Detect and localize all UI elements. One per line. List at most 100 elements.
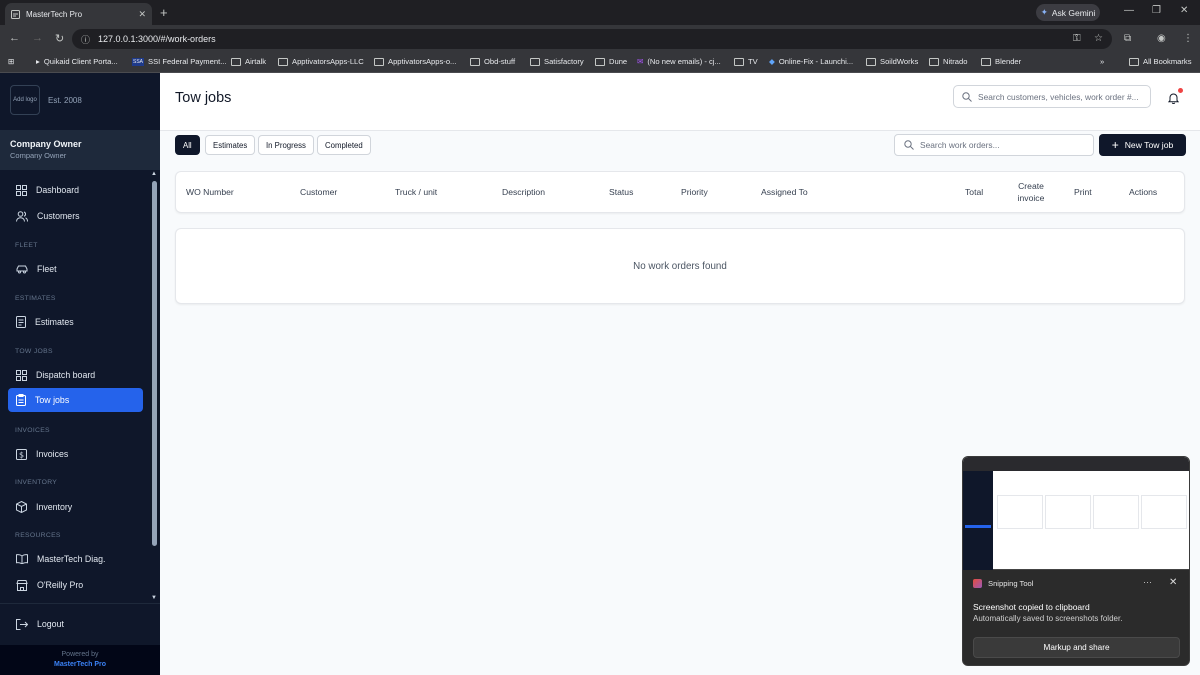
bookmark-star-icon[interactable]: ☆ bbox=[1094, 33, 1103, 44]
sidebar-item-oreilly-pro[interactable]: O'Reilly Pro bbox=[8, 573, 143, 597]
ask-gemini-button[interactable]: ✦ Ask Gemini bbox=[1036, 4, 1100, 21]
online-fix-icon: ◆ bbox=[769, 57, 775, 66]
filter-all[interactable]: All bbox=[175, 135, 200, 155]
column-print[interactable]: Print bbox=[1074, 172, 1092, 212]
screenshot-thumbnail[interactable] bbox=[963, 457, 1189, 570]
bookmarks-overflow-icon[interactable]: » bbox=[1100, 57, 1104, 66]
filter-in-progress[interactable]: In Progress bbox=[258, 135, 314, 155]
apps-grid-icon[interactable]: ⊞ bbox=[8, 57, 14, 66]
bookmark-item[interactable]: ✉ (No new emails) - cj... bbox=[637, 57, 721, 66]
bookmark-item[interactable]: Dune bbox=[595, 57, 627, 66]
sidebar-item-dashboard[interactable]: Dashboard bbox=[8, 178, 143, 202]
folder-icon bbox=[929, 57, 939, 66]
sidebar-item-label: O'Reilly Pro bbox=[37, 580, 84, 590]
document-icon bbox=[16, 316, 26, 328]
logout-label: Logout bbox=[37, 619, 64, 629]
sidebar-item-inventory[interactable]: Inventory bbox=[8, 495, 143, 519]
search-icon bbox=[962, 91, 972, 102]
global-search-input[interactable]: Search customers, vehicles, work order #… bbox=[953, 85, 1151, 108]
snipping-tool-notification[interactable]: Snipping Tool ··· ✕ Screenshot copied to… bbox=[962, 456, 1190, 666]
notification-bell-icon[interactable] bbox=[1167, 91, 1180, 109]
back-icon[interactable]: ← bbox=[9, 32, 20, 44]
all-bookmarks-label: All Bookmarks bbox=[1143, 57, 1192, 66]
bookmark-item[interactable]: Obd-stuff bbox=[470, 57, 515, 66]
column-status[interactable]: Status bbox=[609, 172, 633, 212]
window-close-icon[interactable]: ✕ bbox=[1180, 5, 1188, 16]
forward-icon[interactable]: → bbox=[32, 32, 43, 44]
tab-close-icon[interactable]: ✕ bbox=[138, 9, 146, 20]
user-card[interactable]: Company Owner Company Owner bbox=[0, 130, 160, 170]
bookmark-item[interactable]: SSA SSI Federal Payment... bbox=[132, 57, 227, 66]
bookmark-item[interactable]: ApptivatorsApps-LLC bbox=[278, 57, 364, 66]
bookmark-label: Nitrado bbox=[943, 57, 968, 66]
work-orders-search-input[interactable]: Search work orders... bbox=[894, 134, 1094, 156]
bookmark-item[interactable]: Nitrado bbox=[929, 57, 967, 66]
sidebar-item-mastertech-diag[interactable]: MasterTech Diag. bbox=[8, 547, 143, 571]
bookmark-label: Obd-stuff bbox=[484, 57, 516, 66]
scroll-down-icon[interactable]: ▼ bbox=[151, 595, 157, 601]
grid-icon bbox=[16, 369, 27, 381]
bookmark-label: Online-Fix - Launchi... bbox=[778, 57, 854, 66]
bookmark-item[interactable]: ◆ Online-Fix - Launchi... bbox=[769, 57, 853, 66]
toast-more-icon[interactable]: ··· bbox=[1143, 577, 1152, 587]
logo-placeholder[interactable]: Add logo bbox=[10, 85, 40, 115]
browser-menu-icon[interactable]: ⋮ bbox=[1183, 33, 1193, 44]
new-tab-button[interactable]: + bbox=[160, 5, 168, 20]
sidebar-item-invoices[interactable]: $ Invoices bbox=[8, 442, 143, 466]
column-description[interactable]: Description bbox=[502, 172, 545, 212]
sidebar-scroll-thumb[interactable] bbox=[152, 181, 157, 546]
bookmark-item[interactable]: SoildWorks bbox=[866, 57, 918, 66]
established-text: Est. 2008 bbox=[48, 96, 82, 105]
new-tow-job-button[interactable]: + New Tow job bbox=[1099, 134, 1186, 156]
toast-app-name: Snipping Tool bbox=[988, 579, 1034, 588]
sidebar-item-dispatch-board[interactable]: Dispatch board bbox=[8, 363, 143, 387]
logout-button[interactable]: Logout bbox=[8, 612, 143, 636]
sidebar-item-customers[interactable]: Customers bbox=[8, 204, 143, 228]
address-input[interactable]: ⓘ 127.0.0.1:3000/#/work-orders bbox=[72, 29, 1112, 49]
column-priority[interactable]: Priority bbox=[681, 172, 708, 212]
folder-icon bbox=[470, 57, 480, 66]
column-wo-number[interactable]: WO Number bbox=[186, 172, 234, 212]
password-key-icon[interactable]: ⚿ bbox=[1073, 33, 1081, 44]
sidebar-item-tow-jobs[interactable]: Tow jobs bbox=[8, 388, 143, 412]
side-panel-icon[interactable]: ⧉ bbox=[1124, 33, 1131, 44]
column-total[interactable]: Total bbox=[965, 172, 983, 212]
mail-icon: ✉ bbox=[637, 57, 644, 66]
sidebar-divider bbox=[0, 603, 160, 604]
bookmark-label: ApptivatorsApps-o... bbox=[388, 57, 457, 66]
column-assigned-to[interactable]: Assigned To bbox=[761, 172, 808, 212]
all-bookmarks[interactable]: All Bookmarks bbox=[1129, 57, 1192, 66]
reload-icon[interactable]: ↻ bbox=[55, 32, 64, 45]
column-actions[interactable]: Actions bbox=[1129, 172, 1157, 212]
ssa-icon: SSA bbox=[132, 57, 145, 66]
profile-avatar[interactable]: ◉ bbox=[1157, 33, 1166, 44]
powered-by-brand[interactable]: MasterTech Pro bbox=[54, 661, 106, 668]
filter-estimates[interactable]: Estimates bbox=[205, 135, 256, 155]
site-info-icon[interactable]: ⓘ bbox=[81, 33, 90, 46]
toast-close-icon[interactable]: ✕ bbox=[1169, 577, 1177, 588]
bookmark-item[interactable]: Blender bbox=[981, 57, 1021, 66]
sidebar-item-fleet[interactable]: Fleet bbox=[8, 257, 143, 281]
column-customer[interactable]: Customer bbox=[300, 172, 337, 212]
minimize-icon[interactable]: — bbox=[1124, 5, 1134, 16]
bookmark-item[interactable]: Airtalk bbox=[231, 57, 266, 66]
column-truck-unit[interactable]: Truck / unit bbox=[395, 172, 437, 212]
bookmark-item[interactable]: ApptivatorsApps-o... bbox=[374, 57, 456, 66]
maximize-icon[interactable]: ❐ bbox=[1152, 5, 1161, 16]
bookmark-item[interactable]: TV bbox=[734, 57, 758, 66]
book-icon bbox=[16, 554, 28, 564]
sidebar-item-estimates[interactable]: Estimates bbox=[8, 310, 143, 334]
column-create-invoice[interactable]: Create invoice bbox=[1012, 172, 1050, 212]
markup-and-share-button[interactable]: Markup and share bbox=[973, 637, 1180, 658]
bookmark-label: Blender bbox=[995, 57, 1022, 66]
bookmark-item[interactable]: Satisfactory bbox=[530, 57, 584, 66]
folder-icon bbox=[374, 57, 384, 66]
browser-tab[interactable]: MasterTech Pro ✕ bbox=[5, 3, 152, 25]
folder-icon bbox=[1129, 57, 1139, 66]
folder-icon bbox=[231, 57, 241, 66]
scroll-up-icon[interactable]: ▲ bbox=[151, 171, 157, 177]
bookmark-item[interactable]: ▸ Quikaid Client Porta... bbox=[36, 57, 118, 66]
filter-completed[interactable]: Completed bbox=[317, 135, 371, 155]
sidebar-section-fleet: FLEET bbox=[15, 242, 38, 249]
table-header: WO Number Customer Truck / unit Descript… bbox=[175, 171, 1185, 213]
